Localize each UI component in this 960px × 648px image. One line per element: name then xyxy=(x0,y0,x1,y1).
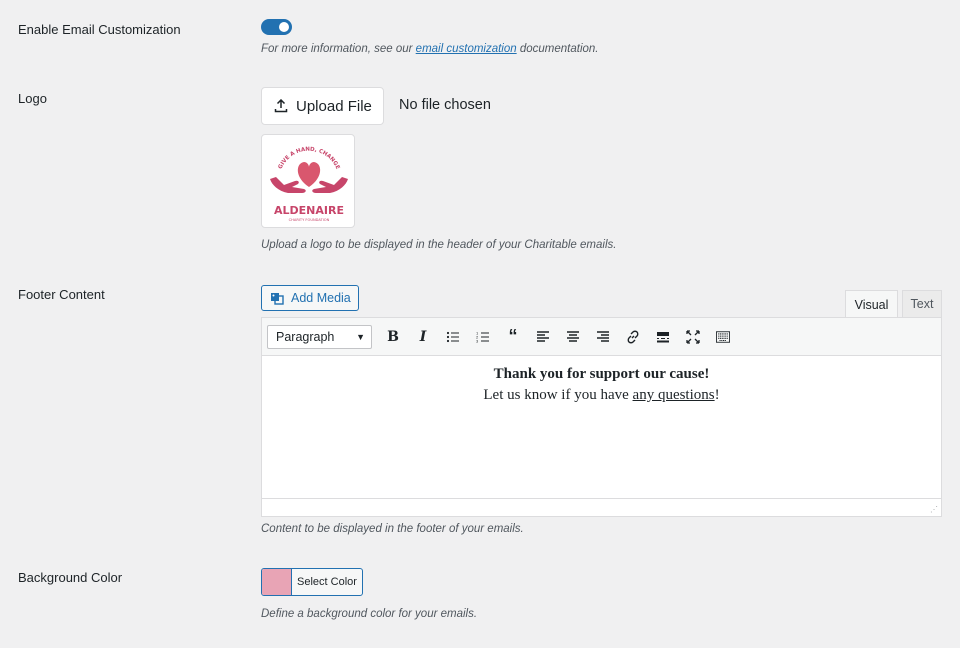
logo-description: Upload a logo to be displayed in the hea… xyxy=(261,239,617,251)
upload-file-button[interactable]: Upload File xyxy=(261,87,384,125)
bullet-list-icon[interactable] xyxy=(438,325,468,349)
questions-link[interactable]: any questions xyxy=(633,387,715,403)
tab-text[interactable]: Text xyxy=(902,290,942,317)
footer-description: Content to be displayed in the footer of… xyxy=(261,523,524,535)
editor-content[interactable]: Thank you for support our cause! Let us … xyxy=(262,356,941,498)
background-color-description: Define a background color for your email… xyxy=(261,608,478,620)
select-color-button[interactable]: Select Color xyxy=(261,568,363,596)
editor-statusbar: ⋰ xyxy=(262,498,941,516)
logo-preview: GIVE A HAND, CHANGE A LIFE ALDENAIRE CHA… xyxy=(261,134,355,228)
upload-icon xyxy=(274,99,288,113)
charity-logo-image: GIVE A HAND, CHANGE A LIFE ALDENAIRE CHA… xyxy=(262,135,348,222)
chevron-down-icon: ▼ xyxy=(356,331,365,342)
email-customization-toggle[interactable] xyxy=(261,19,292,35)
align-center-icon[interactable] xyxy=(558,325,588,349)
email-customization-description: For more information, see our email cust… xyxy=(261,43,599,55)
file-status: No file chosen xyxy=(399,97,491,113)
align-right-icon[interactable] xyxy=(588,325,618,349)
italic-icon[interactable]: I xyxy=(408,325,438,349)
svg-text:ALDENAIRE: ALDENAIRE xyxy=(274,204,344,217)
add-media-label: Add Media xyxy=(291,291,351,305)
format-select[interactable]: Paragraph ▼ xyxy=(267,324,372,349)
resize-handle-icon[interactable]: ⋰ xyxy=(930,505,938,514)
fullscreen-icon[interactable] xyxy=(678,325,708,349)
add-media-button[interactable]: Add Media xyxy=(261,285,359,311)
background-color-label: Background Color xyxy=(18,570,123,585)
footer-line-1: Thank you for support our cause! xyxy=(493,366,710,382)
select-color-label: Select Color xyxy=(297,576,357,588)
blockquote-icon[interactable]: “ xyxy=(498,325,528,349)
email-customization-doc-link[interactable]: email customization xyxy=(416,43,517,55)
read-more-icon[interactable] xyxy=(648,325,678,349)
svg-text:CHARITY FOUNDATION: CHARITY FOUNDATION xyxy=(289,218,330,222)
toolbar-toggle-icon[interactable] xyxy=(708,325,738,349)
color-swatch xyxy=(262,569,292,595)
format-select-value: Paragraph xyxy=(276,329,335,344)
email-customization-label: Enable Email Customization xyxy=(18,22,181,37)
link-icon[interactable] xyxy=(618,325,648,349)
tab-visual[interactable]: Visual xyxy=(845,290,898,318)
numbered-list-icon[interactable]: 123 xyxy=(468,325,498,349)
footer-content-label: Footer Content xyxy=(18,287,105,302)
footer-editor: Paragraph ▼ B I 123 “ Thank you for supp… xyxy=(261,317,942,517)
align-left-icon[interactable] xyxy=(528,325,558,349)
bold-icon[interactable]: B xyxy=(378,325,408,349)
upload-file-label: Upload File xyxy=(296,97,372,115)
editor-toolbar: Paragraph ▼ B I 123 “ xyxy=(262,318,941,356)
logo-label: Logo xyxy=(18,91,47,106)
footer-line-2: Let us know if you have any questions! xyxy=(483,387,720,403)
toggle-knob xyxy=(279,22,289,32)
svg-text:3: 3 xyxy=(476,338,479,343)
add-media-icon xyxy=(271,293,284,305)
